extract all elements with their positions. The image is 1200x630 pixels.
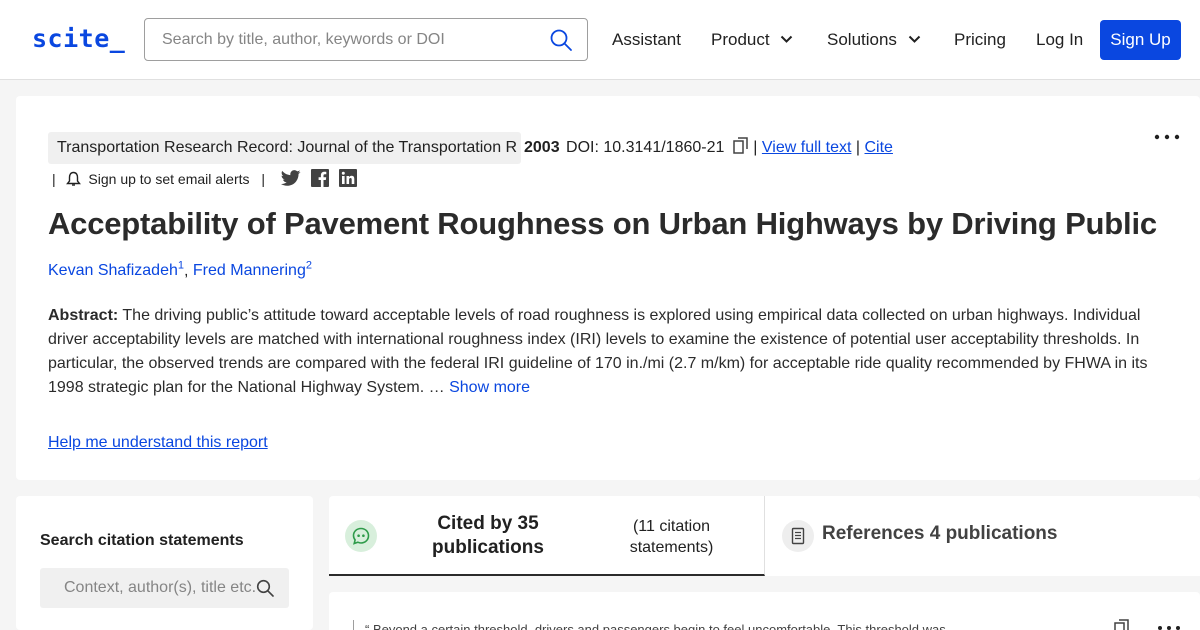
twitter-icon[interactable]	[280, 169, 301, 187]
email-alerts-link[interactable]: Sign up to set email alerts	[88, 171, 249, 187]
more-options-icon[interactable]	[1154, 134, 1180, 140]
citation-search-box[interactable]	[40, 568, 289, 608]
main-search-box[interactable]	[144, 18, 588, 61]
citation-search-heading: Search citation statements	[40, 532, 244, 549]
bell-icon[interactable]	[65, 171, 81, 187]
document-icon	[782, 520, 814, 552]
main-search-input[interactable]	[145, 19, 535, 60]
citation-statement-text: “ Beyond a certain threshold, drivers an…	[365, 622, 946, 630]
top-navbar: scite_ Assistant Product Solutions Prici…	[0, 0, 1200, 80]
citation-statement-card: “ Beyond a certain threshold, drivers an…	[329, 592, 1200, 630]
view-full-text-link[interactable]: View full text	[762, 139, 852, 156]
citation-tabs: Cited by 35 publications (11 citation st…	[329, 496, 1200, 576]
linkedin-icon[interactable]	[338, 169, 357, 188]
citation-search-panel: Search citation statements	[16, 496, 313, 630]
nav-assistant[interactable]: Assistant	[612, 30, 681, 50]
separator: |	[261, 171, 266, 187]
chevron-down-icon	[908, 35, 920, 43]
chevron-down-icon	[781, 35, 793, 43]
author-list: Kevan Shafizadeh1, Fred Mannering2	[48, 260, 312, 280]
paper-meta: 2003 DOI: 10.3141/1860-21 | View full te…	[524, 137, 893, 157]
copy-icon[interactable]	[1114, 619, 1130, 630]
nav-solutions-label: Solutions	[827, 30, 897, 49]
alerts-and-share: | Sign up to set email alerts |	[52, 169, 357, 188]
citation-search-input[interactable]	[40, 568, 255, 608]
author-link[interactable]: Kevan Shafizadeh1	[48, 260, 184, 279]
facebook-icon[interactable]	[310, 169, 329, 188]
paper-title: Acceptability of Pavement Roughness on U…	[48, 206, 1157, 241]
meta-separator: |	[753, 139, 758, 156]
references-label: References 4 publications	[822, 523, 1058, 544]
search-icon[interactable]	[256, 579, 274, 597]
tab-references[interactable]: References 4 publications	[766, 496, 1200, 576]
copy-icon[interactable]	[733, 137, 749, 155]
publication-year: 2003	[524, 139, 560, 156]
search-icon[interactable]	[549, 28, 573, 52]
more-options-icon[interactable]	[1157, 625, 1181, 630]
help-understand-link[interactable]: Help me understand this report	[48, 434, 268, 452]
nav-product[interactable]: Product	[711, 30, 793, 50]
meta-separator: |	[855, 139, 861, 156]
doi-text: DOI: 10.3141/1860-21	[566, 139, 725, 156]
separator: |	[52, 171, 56, 187]
cite-link[interactable]: Cite	[865, 139, 893, 156]
nav-solutions[interactable]: Solutions	[827, 30, 921, 50]
abstract-text: The driving public’s attitude toward acc…	[48, 307, 1148, 396]
show-more-link[interactable]: Show more	[449, 379, 530, 396]
nav-login[interactable]: Log In	[1036, 30, 1083, 50]
nav-product-label: Product	[711, 30, 770, 49]
citation-statement-count: (11 citation statements)	[629, 518, 714, 556]
cited-by-label: Cited by 35 publications	[432, 513, 544, 558]
abstract: Abstract: The driving public’s attitude …	[48, 304, 1163, 400]
signup-button[interactable]: Sign Up	[1100, 20, 1181, 60]
tab-cited-by[interactable]: Cited by 35 publications (11 citation st…	[329, 496, 765, 576]
abstract-label: Abstract:	[48, 307, 119, 324]
nav-pricing[interactable]: Pricing	[954, 30, 1006, 50]
paper-card: Transportation Research Record: Journal …	[16, 96, 1200, 480]
author-link[interactable]: Fred Mannering2	[193, 260, 312, 279]
scite-logo[interactable]: scite_	[32, 24, 125, 53]
citing-quote-icon	[345, 520, 377, 552]
quote-bar	[353, 620, 354, 630]
journal-name[interactable]: Transportation Research Record: Journal …	[48, 132, 521, 164]
